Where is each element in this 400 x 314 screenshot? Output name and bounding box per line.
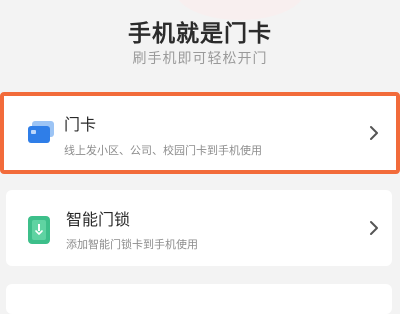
door-card-description: 线上发小区、公司、校园门卡到手机使用 <box>64 144 262 157</box>
chevron-right-icon <box>366 218 382 238</box>
page-subtitle: 刷手机即可轻松开门 <box>132 51 268 67</box>
smart-lock-title: 智能门锁 <box>66 210 131 229</box>
door-card-title: 门卡 <box>64 115 97 134</box>
smart-lock-icon <box>24 214 54 244</box>
card-icon <box>26 118 56 148</box>
page-title: 手机就是门卡 <box>128 21 272 47</box>
door-card-option[interactable]: 门卡 线上发小区、公司、校园门卡到手机使用 <box>0 92 400 174</box>
additional-option-card[interactable] <box>6 284 392 314</box>
smart-lock-option[interactable]: 智能门锁 添加智能门锁卡到手机使用 <box>6 190 392 266</box>
smart-lock-description: 添加智能门锁卡到手机使用 <box>66 238 198 251</box>
chevron-right-icon <box>366 123 382 143</box>
